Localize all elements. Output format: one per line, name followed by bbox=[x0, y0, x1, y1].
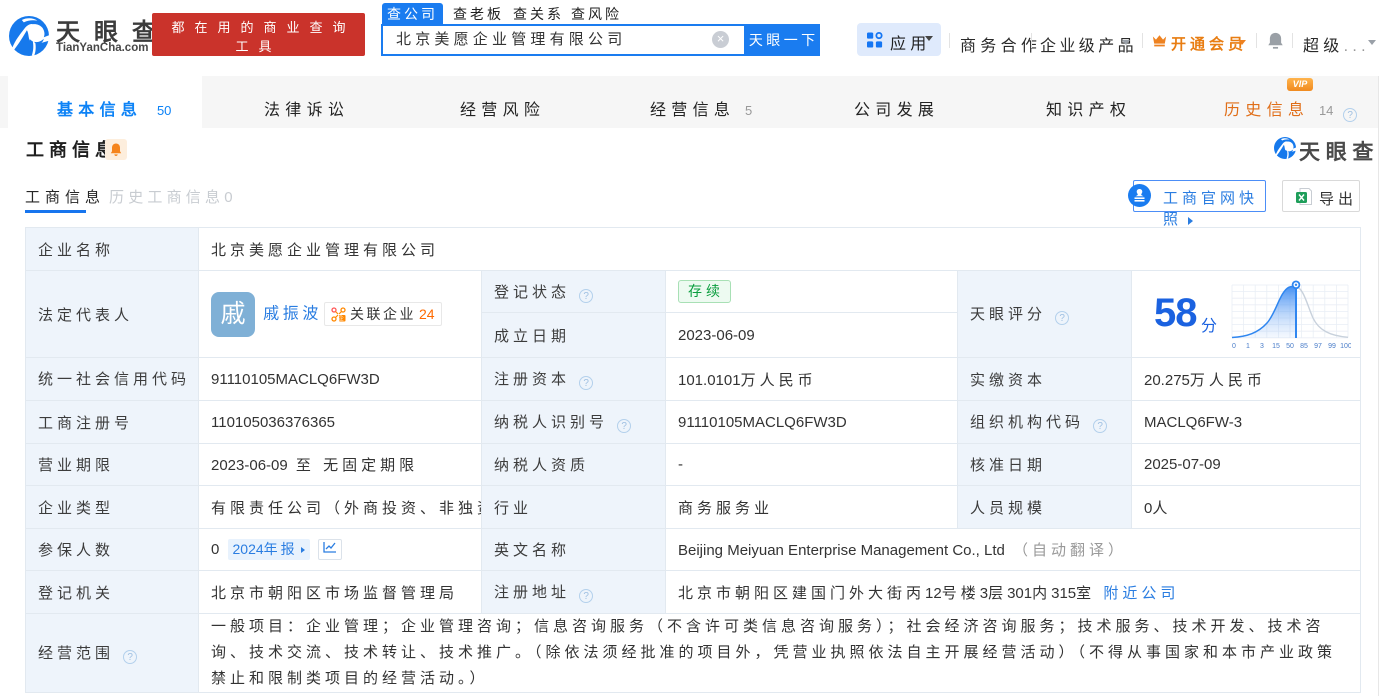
svg-text:97: 97 bbox=[1314, 343, 1322, 350]
svg-text:1: 1 bbox=[1246, 343, 1250, 350]
svg-text:3: 3 bbox=[1260, 343, 1264, 350]
svg-text:85: 85 bbox=[1300, 343, 1308, 350]
svg-text:企: 企 bbox=[338, 314, 346, 322]
svg-text:99: 99 bbox=[1328, 343, 1336, 350]
svg-text:50: 50 bbox=[1286, 343, 1294, 350]
svg-text:15: 15 bbox=[1272, 343, 1280, 350]
svg-text:0: 0 bbox=[1232, 343, 1236, 350]
svg-text:100: 100 bbox=[1340, 343, 1351, 350]
